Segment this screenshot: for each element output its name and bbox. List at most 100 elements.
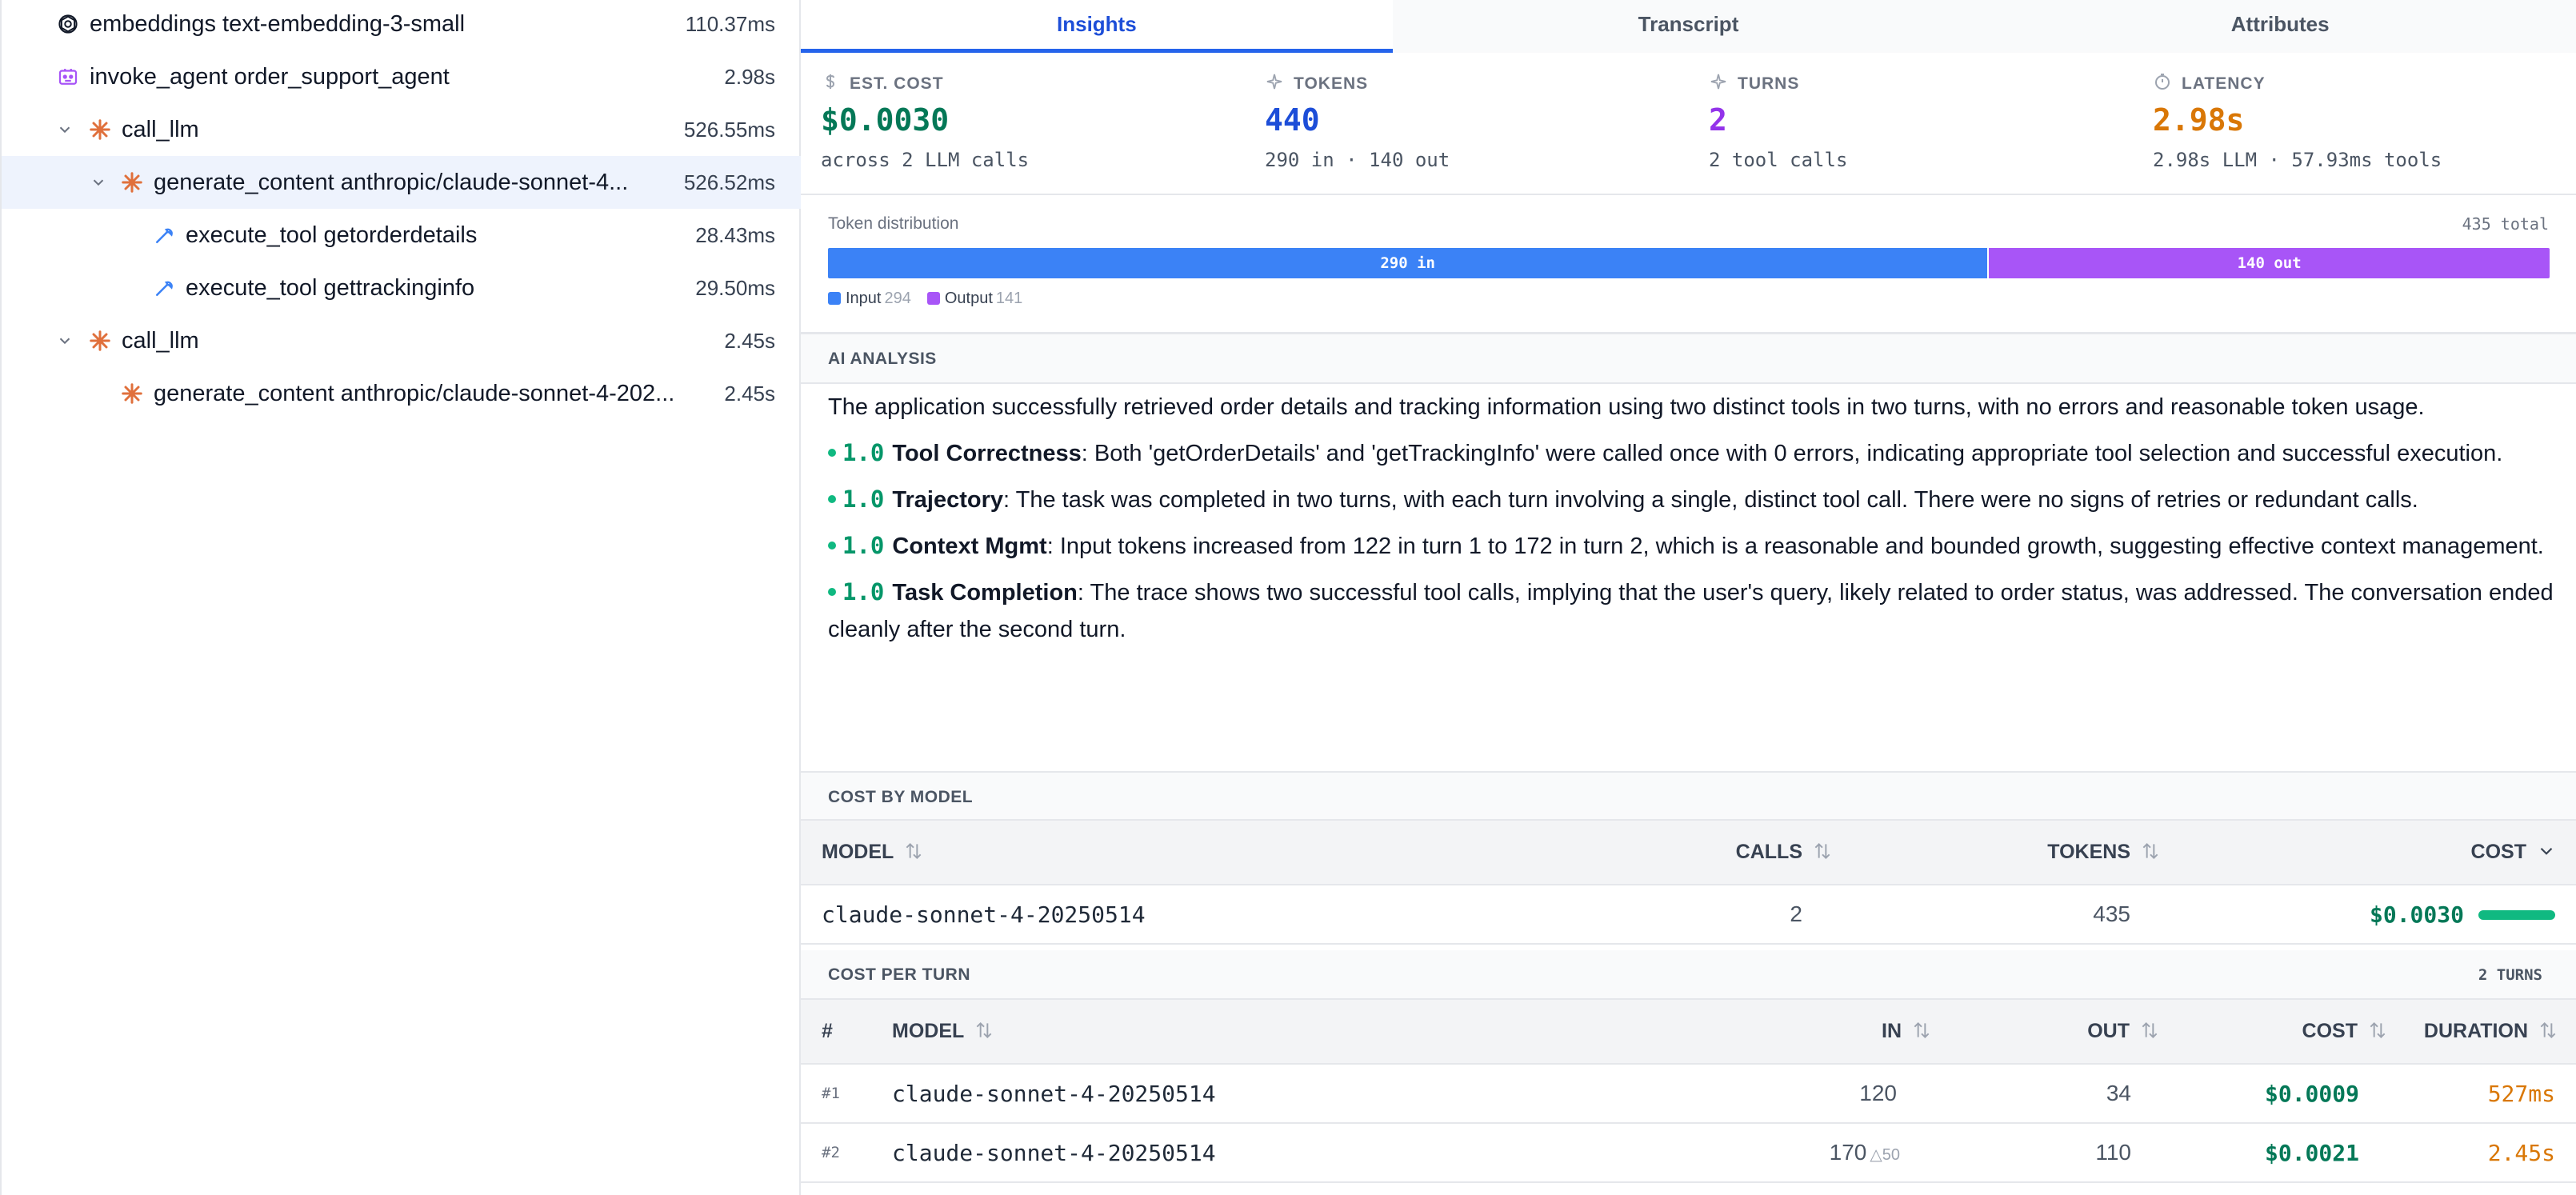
ai-analysis-header: AI ANALYSIS (801, 334, 2576, 384)
sort-icon[interactable] (1911, 1020, 1932, 1041)
metrics-row: EST. COST $0.0030 across 2 LLM calls TOK… (801, 53, 2576, 195)
cost-by-model-header: COST BY MODEL (801, 771, 2576, 821)
cell-model: claude-sonnet-4-20250514 (892, 1123, 1732, 1183)
column-header-duration[interactable]: DURATION (2388, 1000, 2576, 1065)
tab-transcript[interactable]: Transcript (1392, 0, 1985, 53)
chevron-down-icon[interactable] (2536, 841, 2557, 861)
sort-icon[interactable] (2139, 1020, 2160, 1041)
column-header-calls[interactable]: CALLS (1673, 821, 1833, 885)
analysis-score: 1.0 (842, 578, 885, 605)
sparkle-icon (1265, 72, 1284, 96)
cell-out: 110 (1932, 1123, 2160, 1183)
metric-cost: EST. COST $0.0030 across 2 LLM calls (801, 53, 1245, 195)
metric-value: 2.98s (2153, 102, 2245, 138)
tree-row-call-llm-1[interactable]: call_llm 526.55ms (2, 103, 801, 156)
metric-label: TOKENS (1294, 74, 1369, 93)
cell-duration: 527ms (2388, 1064, 2576, 1124)
analysis-item: 1.0 Trajectory: The task was completed in… (828, 481, 2556, 518)
wrench-icon (152, 276, 176, 300)
column-header-model[interactable]: MODEL (801, 821, 1673, 885)
cell-in: 120 (1732, 1064, 1932, 1124)
metric-latency: LATENCY 2.98s 2.98s LLM · 57.93ms tools (2133, 53, 2576, 195)
metric-subtext: 2 tool calls (1709, 149, 1848, 171)
openai-icon (56, 12, 80, 36)
tree-row-execute-tool-2[interactable]: execute_tool gettrackinginfo 29.50ms (2, 262, 801, 314)
chevron-down-icon[interactable] (56, 121, 74, 138)
column-header-cost[interactable]: COST (2160, 1000, 2388, 1065)
tree-row-duration: 526.52ms (683, 170, 775, 194)
table-row[interactable]: #1 claude-sonnet-4-20250514 120 34 $0.00… (801, 1064, 2576, 1124)
detail-panel: Insights Transcript Attributes EST. COST… (801, 0, 2576, 1195)
tab-attributes[interactable]: Attributes (1984, 0, 2576, 53)
score-dot (828, 495, 836, 503)
column-header-out[interactable]: OUT (1932, 1000, 2160, 1065)
sort-icon[interactable] (903, 841, 924, 861)
legend-input-value: 294 (884, 290, 911, 307)
span-tree-panel: embeddings text-embedding-3-small 110.37… (0, 0, 801, 1195)
column-header-in[interactable]: IN (1732, 1000, 1932, 1065)
score-dot (828, 588, 836, 596)
legend-input-label: Input (846, 290, 882, 307)
tree-row-label: execute_tool getorderdetails (186, 222, 478, 248)
metric-label: EST. COST (850, 74, 944, 93)
column-header-cost[interactable]: COST (2161, 821, 2576, 885)
metric-subtext: 290 in · 140 out (1265, 149, 1450, 171)
cell-in: 170 △50 (1732, 1123, 1932, 1183)
chevron-down-icon[interactable] (56, 332, 74, 350)
table-header-row: MODEL CALLS TOKENS COST (801, 821, 2576, 885)
tree-row-duration: 526.55ms (683, 118, 775, 142)
tree-row-execute-tool-1[interactable]: execute_tool getorderdetails 28.43ms (2, 209, 801, 262)
cell-cost: $0.0021 (2160, 1123, 2388, 1183)
chevron-down-icon[interactable] (90, 174, 107, 191)
analysis-score: 1.0 (842, 439, 885, 466)
analysis-item: 1.0 Task Completion: The trace shows two … (828, 574, 2556, 648)
score-dot (828, 542, 836, 550)
anthropic-icon (120, 170, 144, 194)
token-legend: Input 294 Output 141 (828, 290, 1022, 308)
cost-per-turn-title: COST PER TURN (828, 965, 971, 984)
table-header-row: # MODEL IN OUT COST DURATION (801, 1000, 2576, 1065)
table-row[interactable]: claude-sonnet-4-20250514 2 435 $0.0030 (801, 885, 2576, 945)
sort-icon[interactable] (974, 1020, 994, 1041)
sort-icon[interactable] (1812, 841, 1833, 861)
legend-output: Output 141 (926, 290, 1022, 308)
cell-duration: 2.45s (2388, 1123, 2576, 1183)
tree-row-embeddings[interactable]: embeddings text-embedding-3-small 110.37… (2, 0, 801, 50)
analysis-criterion: Trajectory (892, 487, 1004, 513)
tree-row-generate-content-2[interactable]: generate_content anthropic/claude-sonnet… (2, 367, 801, 420)
analysis-criterion: Context Mgmt (892, 534, 1047, 559)
column-header-model[interactable]: MODEL (892, 1000, 1732, 1065)
tree-row-label: call_llm (122, 117, 199, 142)
tree-row-generate-content-1[interactable]: generate_content anthropic/claude-sonnet… (2, 156, 801, 209)
legend-input: Input 294 (828, 290, 911, 308)
sort-icon[interactable] (2140, 841, 2161, 861)
column-header-tokens[interactable]: TOKENS (1833, 821, 2161, 885)
metric-subtext: 2.98s LLM · 57.93ms tools (2153, 149, 2442, 171)
metric-value: 440 (1265, 102, 1320, 138)
cell-model: claude-sonnet-4-20250514 (892, 1064, 1732, 1124)
analysis-item: 1.0 Tool Correctness: Both 'getOrderDetai… (828, 434, 2556, 472)
token-bar-input-segment: 290 in (828, 248, 1990, 278)
token-distribution: Token distribution 435 total 290 in 140 … (801, 195, 2576, 334)
sort-icon[interactable] (2538, 1020, 2558, 1041)
token-bar-output-segment: 140 out (1989, 248, 2550, 278)
tree-row-duration: 2.98s (724, 65, 775, 89)
tree-row-label: generate_content anthropic/claude-sonnet… (154, 381, 675, 406)
table-row[interactable]: #2 claude-sonnet-4-20250514 170 △50 110 $… (801, 1123, 2576, 1183)
app-window: embeddings text-embedding-3-small 110.37… (0, 0, 2576, 1195)
anthropic-icon (120, 382, 144, 406)
tree-row-label: generate_content anthropic/claude-sonnet… (154, 170, 629, 195)
tree-row-duration: 29.50ms (695, 276, 775, 300)
tab-insights[interactable]: Insights (801, 0, 1393, 53)
sort-icon[interactable] (2367, 1020, 2388, 1041)
metric-subtext: across 2 LLM calls (821, 149, 1030, 171)
tree-row-call-llm-2[interactable]: call_llm 2.45s (2, 314, 801, 367)
analysis-score: 1.0 (842, 532, 885, 559)
metric-tokens: TOKENS 440 290 in · 140 out (1245, 53, 1689, 195)
tree-row-label: invoke_agent order_support_agent (90, 64, 450, 90)
tree-row-invoke-agent[interactable]: invoke_agent order_support_agent 2.98s (2, 50, 801, 103)
metric-label: TURNS (1738, 74, 1800, 93)
tree-row-duration: 110.37ms (685, 12, 775, 36)
tree-row-label: embeddings text-embedding-3-small (90, 11, 466, 37)
anthropic-icon (88, 118, 112, 142)
